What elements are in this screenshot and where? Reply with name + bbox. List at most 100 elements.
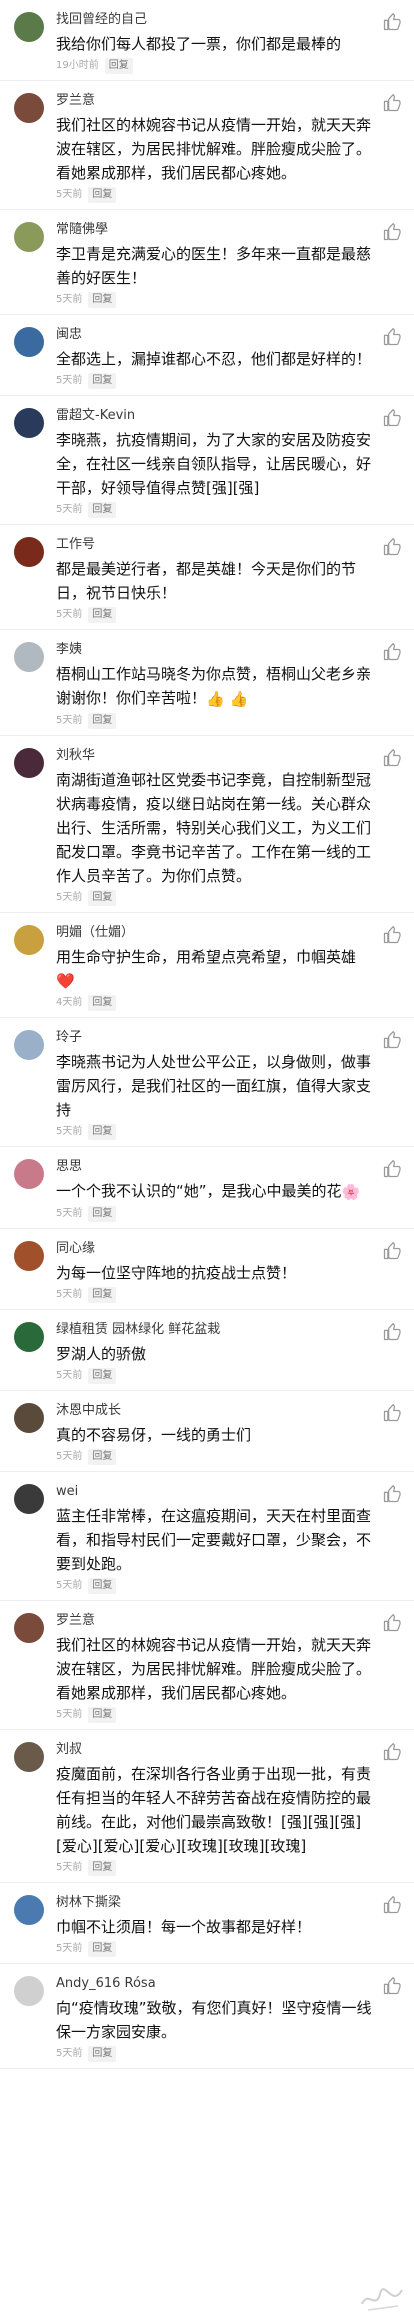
avatar[interactable] xyxy=(14,1483,44,1514)
reply-button[interactable]: 回复 xyxy=(88,502,117,518)
thumbs-up-icon[interactable] xyxy=(382,1159,402,1179)
reply-button[interactable]: 回复 xyxy=(88,1940,117,1957)
comment-meta: 5天前 回复 xyxy=(56,889,374,906)
commenter-name[interactable]: 树林下撕梁 xyxy=(56,1893,374,1913)
commenter-name[interactable]: 同心缘 xyxy=(56,1239,374,1259)
avatar[interactable] xyxy=(14,1975,44,2006)
avatar[interactable] xyxy=(14,408,44,438)
comment-body: 向“疫情玫瑰”致敬，有您们真好！坚守疫情一线保一方家园安康。 xyxy=(56,1998,372,2041)
thumbs-up-icon[interactable] xyxy=(382,93,402,113)
avatar[interactable] xyxy=(14,1741,44,1772)
comment-item: 玲子 李晓燕书记为人处世公平公正，以身做则，做事雷厉风行，是我们社区的一面红旗，值… xyxy=(0,1018,414,1147)
thumbs-up-icon[interactable] xyxy=(382,642,402,662)
commenter-name[interactable]: 玲子 xyxy=(56,1028,374,1048)
reply-button[interactable]: 回复 xyxy=(88,712,117,729)
commenter-name[interactable]: Andy_616 Rósa xyxy=(56,1974,374,1994)
thumbs-up-icon[interactable] xyxy=(382,1403,402,1423)
thumbs-up-icon[interactable] xyxy=(382,925,402,945)
reply-button[interactable]: 回复 xyxy=(88,995,117,1011)
comment-time: 5天前 xyxy=(56,2047,83,2059)
reply-button[interactable]: 回复 xyxy=(88,292,117,308)
commenter-name[interactable]: 明媚（仕媚） xyxy=(56,923,374,943)
thumbs-up-icon[interactable] xyxy=(382,1976,402,1996)
thumbs-up-icon[interactable] xyxy=(382,1030,402,1050)
avatar[interactable] xyxy=(14,642,44,672)
commenter-name[interactable]: 找回曾经的自己 xyxy=(56,10,374,30)
comment-time: 5天前 xyxy=(56,1126,83,1137)
avatar[interactable] xyxy=(14,1612,44,1643)
reply-button[interactable]: 回复 xyxy=(88,889,117,906)
thumbs-up-icon[interactable] xyxy=(382,327,402,347)
reply-button[interactable]: 回复 xyxy=(88,373,117,389)
comment-time: 5天前 xyxy=(56,504,83,515)
commenter-name[interactable]: 刘秋华 xyxy=(56,746,374,766)
avatar[interactable] xyxy=(14,12,44,42)
avatar[interactable] xyxy=(14,327,44,357)
reply-button[interactable]: 回复 xyxy=(88,1124,117,1140)
avatar[interactable] xyxy=(14,1240,44,1271)
thumbs-up-icon[interactable] xyxy=(382,12,402,32)
thumbs-up-icon[interactable] xyxy=(382,408,402,428)
commenter-name[interactable]: 罗兰意 xyxy=(56,91,374,111)
comment-item: 树林下撕梁 巾帼不让须眉！每一个故事都是好样！ 5天前 回复 xyxy=(0,1883,414,1964)
reply-button[interactable]: 回复 xyxy=(88,1286,117,1303)
thumbs-up-icon[interactable] xyxy=(382,1322,402,1342)
avatar[interactable] xyxy=(14,222,44,252)
commenter-name[interactable]: 罗兰意 xyxy=(56,1611,374,1631)
comment-time: 5天前 xyxy=(56,1942,83,1954)
reply-button[interactable]: 回复 xyxy=(88,1859,117,1876)
reply-button[interactable]: 回复 xyxy=(88,1706,117,1723)
comment-meta: 5天前 回复 xyxy=(56,1124,374,1140)
commenter-name[interactable]: 常隨佛學 xyxy=(56,220,374,240)
avatar[interactable] xyxy=(14,924,44,955)
comment-text: 李晓燕书记为人处世公平公正，以身做则，做事雷厉风行，是我们社区的一面红旗，值得大… xyxy=(56,1050,374,1122)
thumbs-up-icon[interactable] xyxy=(382,537,402,557)
comment-item: 同心缘 为每一位坚守阵地的抗疫战士点赞！ 5天前 回复 xyxy=(0,1229,414,1310)
comment-text: 梧桐山工作站马晓冬为你点赞，梧桐山父老乡亲谢谢你！你们辛苦啦！ 👍 👍 xyxy=(56,662,374,711)
watermark xyxy=(358,2280,408,2314)
avatar[interactable] xyxy=(14,747,44,778)
avatar[interactable] xyxy=(14,1321,44,1352)
avatar[interactable] xyxy=(14,537,44,567)
thumbs-up-icon[interactable] xyxy=(382,1895,402,1915)
commenter-name[interactable]: 思思 xyxy=(56,1157,374,1177)
avatar[interactable] xyxy=(14,1159,44,1189)
comment-item: wei 蓝主任非常棒，在这瘟疫期间，天天在村里面查看，和指导村民们一定要戴好口罩，… xyxy=(0,1472,414,1601)
comment-meta: 5天前 回复 xyxy=(56,1448,374,1465)
commenter-name[interactable]: wei xyxy=(56,1482,374,1502)
reply-button[interactable]: 回复 xyxy=(88,1577,117,1594)
thumbs-up-icon[interactable] xyxy=(382,1484,402,1504)
commenter-name[interactable]: 闽忠 xyxy=(56,325,374,345)
comment-text: 都是最美逆行者，都是英雄！今天是你们的节日，祝节日快乐！ xyxy=(56,557,374,605)
avatar[interactable] xyxy=(14,1894,44,1925)
comment-body: 南湖街道渔邨社区党委书记李竟，自控制新型冠状病毒疫情，疫以继日站岗在第一线。关心… xyxy=(56,770,372,885)
thumbs-up-icon[interactable] xyxy=(382,1241,402,1261)
avatar[interactable] xyxy=(14,1402,44,1433)
thumbs-up-icon[interactable] xyxy=(382,748,402,768)
reply-button[interactable]: 回复 xyxy=(88,1367,117,1384)
reply-button[interactable]: 回复 xyxy=(88,1205,117,1222)
comment-item: 李姨 梧桐山工作站马晓冬为你点赞，梧桐山父老乡亲谢谢你！你们辛苦啦！ 👍 👍 5天前… xyxy=(0,630,414,736)
avatar[interactable] xyxy=(14,1030,44,1060)
commenter-name[interactable]: 绿植租赁 园林绿化 鲜花盆栽 xyxy=(56,1320,374,1340)
avatar[interactable] xyxy=(14,93,44,123)
comment-item: 雷超文-Kevin 李晓燕，抗疫情期间，为了大家的安居及防疫安全，在社区一线亲自领… xyxy=(0,396,414,525)
thumbs-up-icon[interactable] xyxy=(382,1613,402,1633)
commenter-name[interactable]: 雷超文-Kevin xyxy=(56,406,374,426)
comment-time: 5天前 xyxy=(56,891,83,903)
thumbs-up-icon[interactable] xyxy=(382,1742,402,1762)
comment-body: 一个个我不认识的“她”，是我心中最美的花 xyxy=(56,1182,342,1200)
reply-button[interactable]: 回复 xyxy=(88,1448,117,1465)
thumbs-up-icon[interactable] xyxy=(382,222,402,242)
reply-button[interactable]: 回复 xyxy=(88,2045,117,2062)
reply-button[interactable]: 回复 xyxy=(104,58,133,74)
comment-meta: 19小时前 回复 xyxy=(56,58,374,74)
reply-button[interactable]: 回复 xyxy=(88,607,117,623)
commenter-name[interactable]: 刘叔 xyxy=(56,1740,374,1760)
comment-meta: 5天前 回复 xyxy=(56,1286,374,1303)
reply-button[interactable]: 回复 xyxy=(88,187,117,203)
comment-meta: 5天前 回复 xyxy=(56,1859,374,1876)
commenter-name[interactable]: 李姨 xyxy=(56,640,374,660)
commenter-name[interactable]: 沐恩中成长 xyxy=(56,1401,374,1421)
commenter-name[interactable]: 工作号 xyxy=(56,535,374,555)
